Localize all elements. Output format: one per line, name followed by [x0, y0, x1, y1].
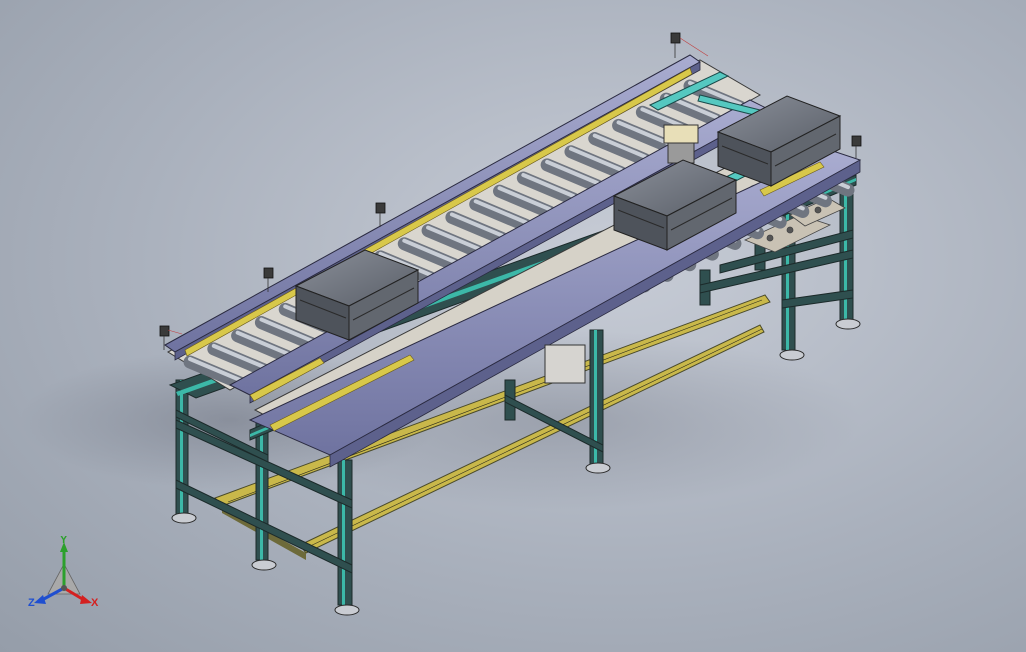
3d-model-viewport[interactable]: Y Z X [0, 0, 1026, 652]
x-axis-label: X [91, 597, 99, 609]
y-axis-label: Y [60, 536, 68, 546]
z-axis-arrowhead-icon [34, 595, 46, 604]
conveyor-model [20, 32, 862, 616]
orientation-triad[interactable]: Y Z X [20, 534, 110, 616]
z-axis-label: Z [28, 597, 35, 609]
triad-origin [61, 585, 67, 591]
